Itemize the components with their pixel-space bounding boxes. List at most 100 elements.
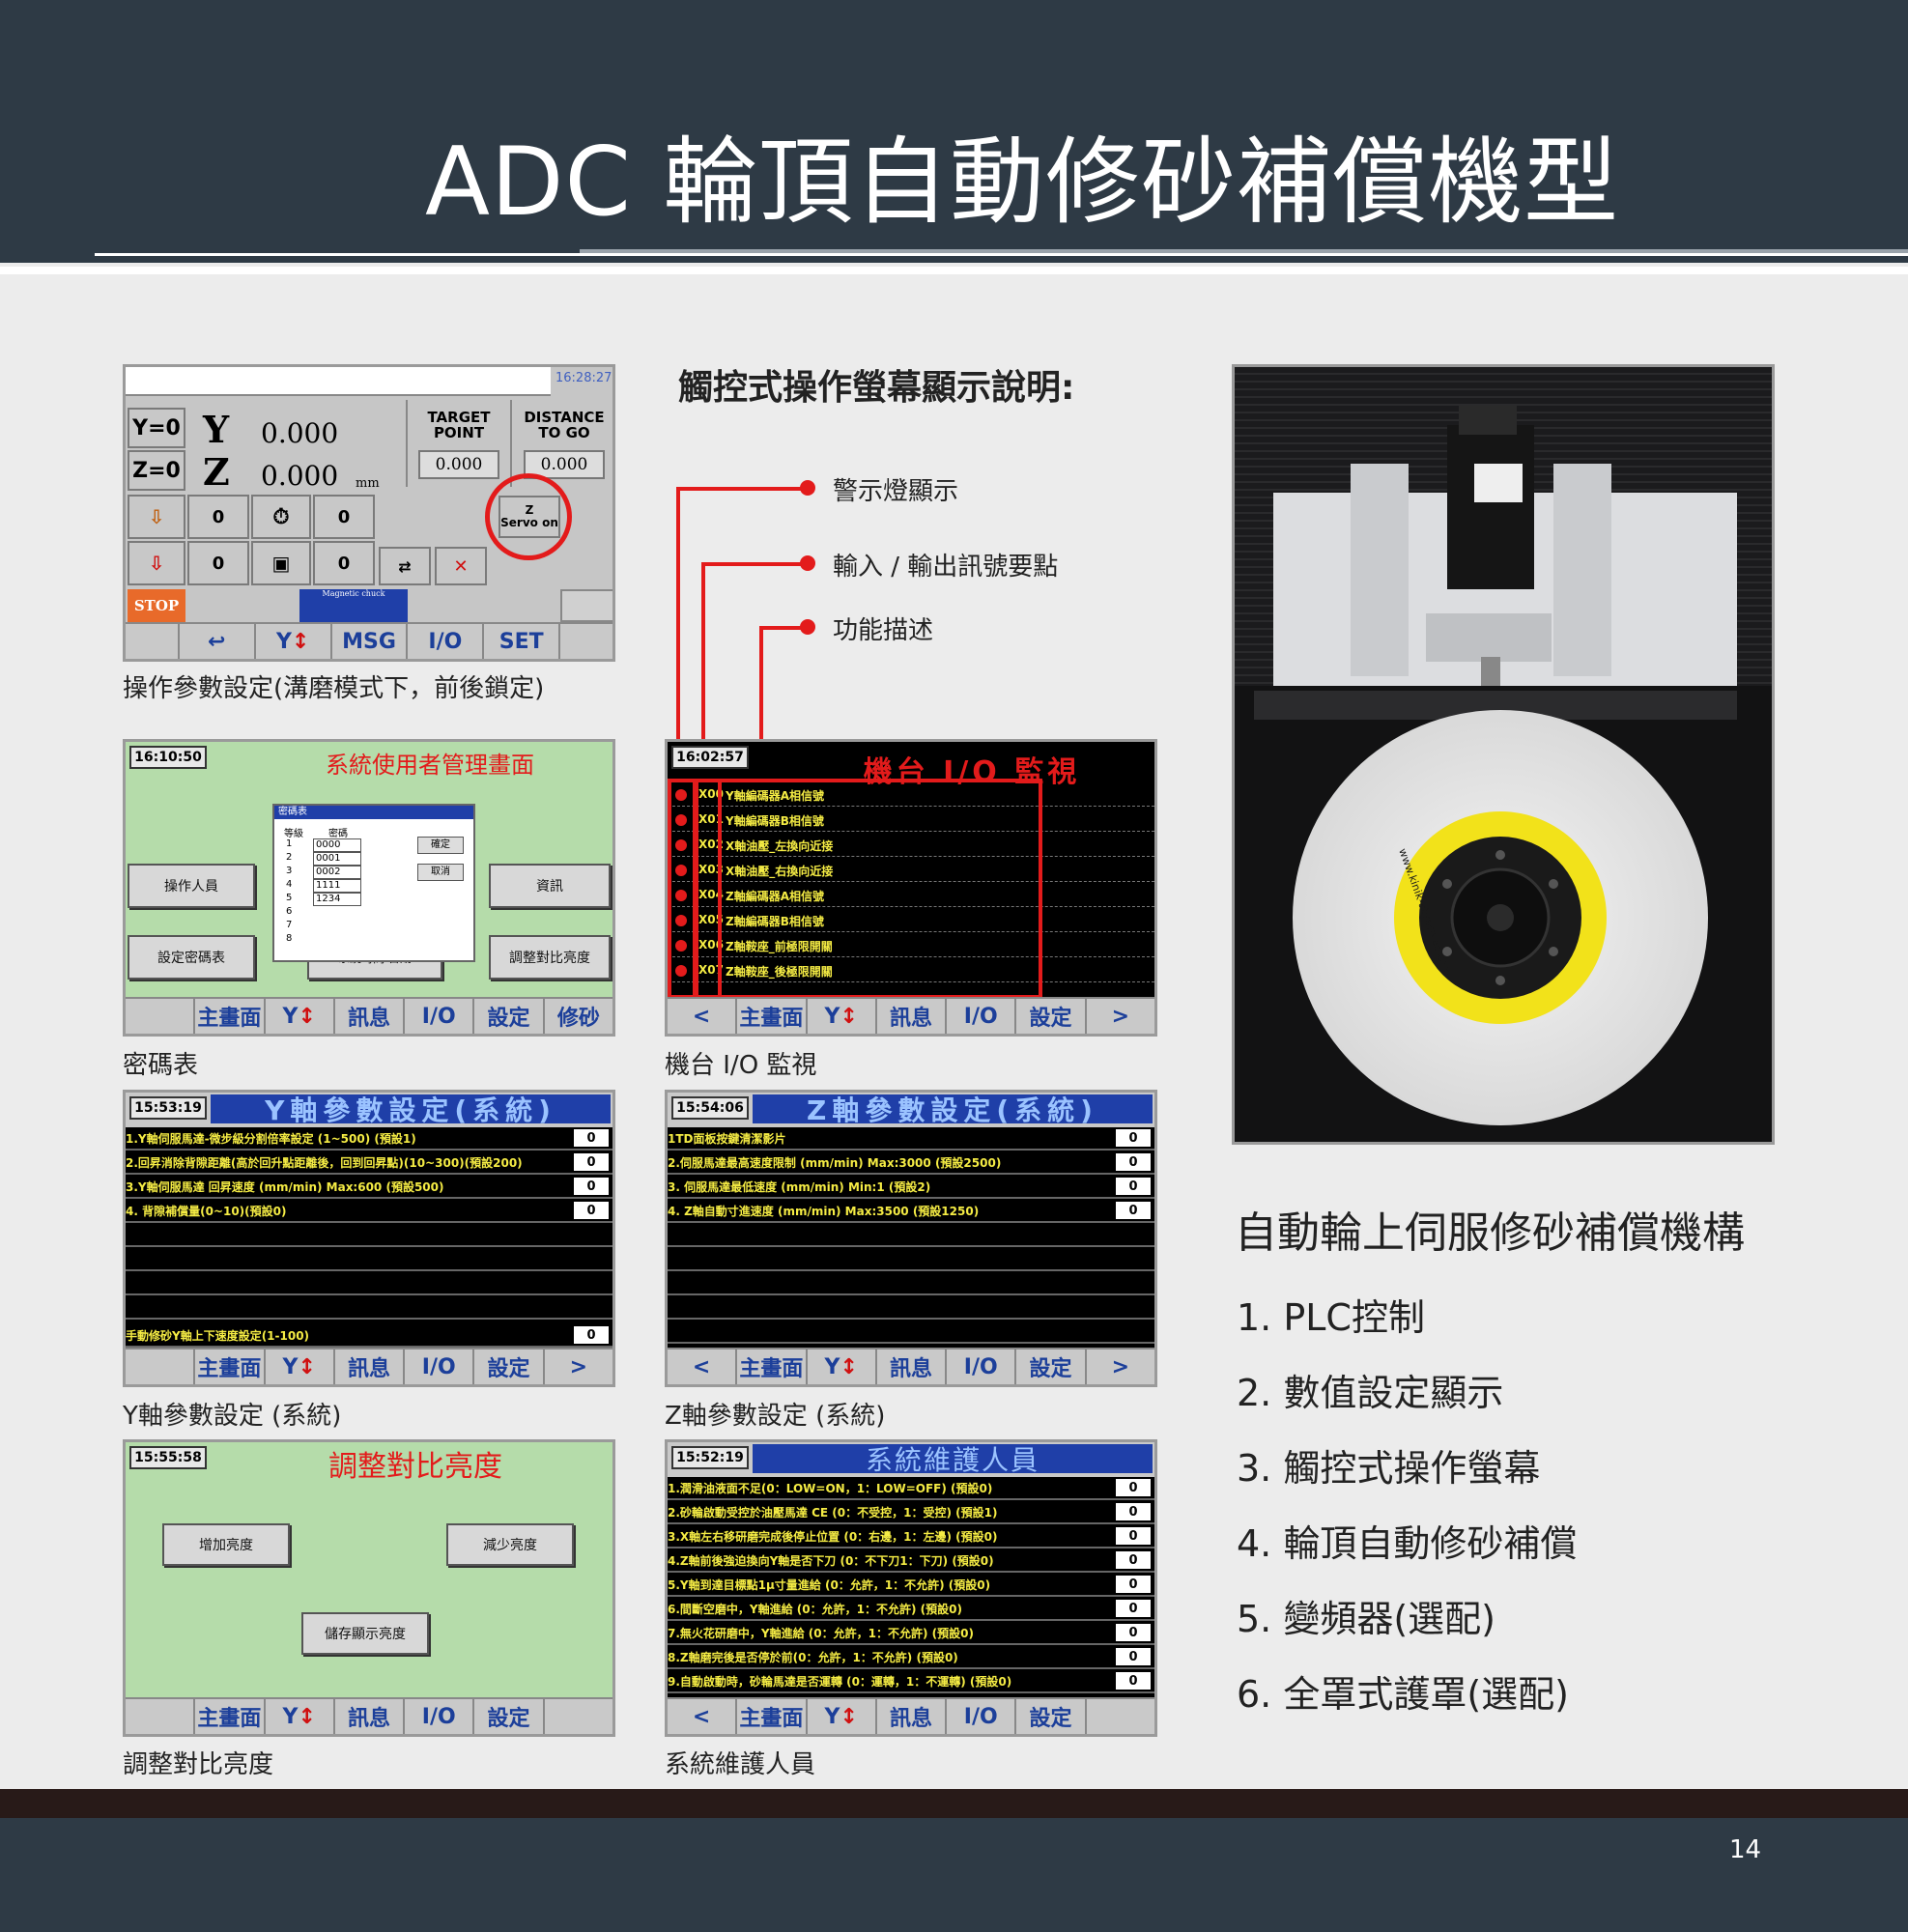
dialog-cancel-button[interactable]: 取消 xyxy=(417,864,464,881)
nav-y-axis[interactable]: Y ↕ xyxy=(808,999,877,1034)
empty-row xyxy=(668,1321,1154,1344)
micron-value-1: 0 xyxy=(187,495,249,539)
target-box: TARGET POINT 0.000 xyxy=(406,400,510,487)
row-value[interactable]: 0 xyxy=(1116,1129,1151,1147)
row-value[interactable]: 0 xyxy=(574,1129,609,1147)
nav-main[interactable]: 主畫面 xyxy=(195,1350,266,1384)
row-value[interactable]: 0 xyxy=(574,1153,609,1171)
nav-settings[interactable]: 設定 xyxy=(474,1699,545,1734)
nav-main[interactable]: 主畫面 xyxy=(195,999,266,1034)
nav-main[interactable]: 主畫面 xyxy=(195,1699,266,1734)
nav-back[interactable]: ↩ xyxy=(180,624,256,659)
monitor-timer-icon[interactable]: ▣ xyxy=(251,541,311,585)
nav-prev[interactable]: < xyxy=(668,1350,738,1384)
nav-y-axis[interactable]: Y ↕ xyxy=(266,1350,335,1384)
nav-y-axis[interactable]: Y ↕ xyxy=(808,1699,877,1734)
nav-message[interactable]: 訊息 xyxy=(335,1350,406,1384)
contrast-button[interactable]: 調整對比亮度 xyxy=(489,935,611,980)
y-zero-button[interactable]: Y=0 xyxy=(128,408,185,448)
timer-icon[interactable]: ⏱ xyxy=(251,495,311,539)
dialog-row-level: 2 xyxy=(286,852,293,863)
row-value[interactable]: 0 xyxy=(1116,1672,1151,1690)
row-value[interactable]: 0 xyxy=(1116,1153,1151,1171)
dialog-row-password[interactable]: 1111 xyxy=(313,879,361,893)
grind-down-icon[interactable]: ⇩ xyxy=(128,495,185,539)
operator-button[interactable]: 操作人員 xyxy=(128,864,255,908)
row-value[interactable]: 0 xyxy=(1116,1479,1151,1496)
increase-brightness-button[interactable]: 增加亮度 xyxy=(162,1523,290,1566)
caption-screen5: Z軸參數設定 (系統) xyxy=(665,1402,886,1431)
nav-main[interactable]: 主畫面 xyxy=(737,1699,808,1734)
blank-button[interactable] xyxy=(560,589,612,622)
decrease-brightness-button[interactable]: 減少亮度 xyxy=(446,1523,574,1566)
row-value[interactable]: 0 xyxy=(1116,1551,1151,1569)
nav-prev[interactable]: < xyxy=(668,1699,738,1734)
nav-next[interactable]: > xyxy=(1087,999,1154,1034)
features-heading: 自動輪上伺服修砂補償機構 xyxy=(1235,1208,1745,1258)
nav-prev[interactable]: < xyxy=(668,999,738,1034)
nav-message[interactable]: 訊息 xyxy=(335,1699,406,1734)
feature-item: 3. 觸控式操作螢幕 xyxy=(1237,1447,1541,1490)
row-value[interactable]: 0 xyxy=(1116,1503,1151,1520)
feed-mode-icon[interactable]: ⇄ xyxy=(379,547,431,585)
spark-out-icon[interactable]: ⇩ xyxy=(128,541,185,585)
nav-io[interactable]: I/O xyxy=(408,624,485,659)
nav-io[interactable]: I/O xyxy=(405,1699,475,1734)
nav-io[interactable]: I/O xyxy=(405,999,475,1034)
nav-io[interactable]: I/O xyxy=(947,1699,1017,1734)
nav-settings[interactable]: 設定 xyxy=(1016,999,1087,1034)
dialog-row-password[interactable]: 0002 xyxy=(313,866,361,879)
status-strip xyxy=(126,367,551,396)
caption-screen6: 調整對比亮度 xyxy=(123,1750,274,1779)
nav-next[interactable]: > xyxy=(545,1350,612,1384)
feature-item: 4. 輪頂自動修砂補償 xyxy=(1237,1522,1578,1565)
row-value[interactable]: 0 xyxy=(574,1326,609,1344)
dressing-unit-illustration: www.kinik-abrasives.com xyxy=(1235,367,1772,1142)
nav-message[interactable]: 訊息 xyxy=(877,1699,948,1734)
row-value[interactable]: 0 xyxy=(1116,1624,1151,1641)
nav-next[interactable]: > xyxy=(1087,1350,1154,1384)
save-brightness-button[interactable]: 儲存顯示亮度 xyxy=(301,1612,429,1655)
nav-settings[interactable]: 設定 xyxy=(474,1350,545,1384)
nav-settings[interactable]: 設定 xyxy=(1016,1350,1087,1384)
nav-io[interactable]: I/O xyxy=(405,1350,475,1384)
magnetic-chuck-panel[interactable]: Magnetic chuck xyxy=(299,589,408,622)
row-value[interactable]: 0 xyxy=(1116,1648,1151,1665)
row-value[interactable]: 0 xyxy=(1116,1202,1151,1219)
z-zero-button[interactable]: Z=0 xyxy=(128,450,185,491)
nav-io[interactable]: I/O xyxy=(947,1350,1017,1384)
nav-io[interactable]: I/O xyxy=(947,999,1017,1034)
servo-on-button[interactable]: Z Servo on xyxy=(498,496,560,538)
nav-message[interactable]: 訊息 xyxy=(877,1350,948,1384)
nav-message[interactable]: 訊息 xyxy=(335,999,406,1034)
nav-msg[interactable]: MSG xyxy=(332,624,409,659)
page-number: 14 xyxy=(1729,1835,1762,1864)
row-value[interactable]: 0 xyxy=(574,1202,609,1219)
nav-y-axis[interactable]: Y ↕ xyxy=(808,1350,877,1384)
nav-settings[interactable]: 設定 xyxy=(1016,1699,1087,1734)
nav-main[interactable]: 主畫面 xyxy=(737,999,808,1034)
row-value[interactable]: 0 xyxy=(1116,1576,1151,1593)
nav-settings[interactable]: 設定 xyxy=(474,999,545,1034)
set-password-button[interactable]: 設定密碼表 xyxy=(128,935,255,980)
dialog-row-password[interactable]: 1234 xyxy=(313,893,361,906)
header-divider xyxy=(0,267,1908,274)
nav-dressing[interactable]: 修砂 xyxy=(545,999,612,1034)
row-value[interactable]: 0 xyxy=(1116,1527,1151,1545)
nav-set[interactable]: SET xyxy=(484,624,561,659)
dressing-icon[interactable]: ✕ xyxy=(435,547,487,585)
nav-y-axis[interactable]: Y ↕ xyxy=(256,624,332,659)
row-value[interactable]: 0 xyxy=(1116,1178,1151,1195)
dialog-row-password[interactable]: 0001 xyxy=(313,852,361,866)
row-value[interactable]: 0 xyxy=(1116,1600,1151,1617)
param-row: 7.無火花研磨中，Y軸進給 (0：允許，1：不允許) (預設0) 0 xyxy=(668,1622,1154,1645)
info-button[interactable]: 資訊 xyxy=(489,864,611,908)
dialog-row-password[interactable]: 0000 xyxy=(313,838,361,852)
nav-main[interactable]: 主畫面 xyxy=(737,1350,808,1384)
nav-y-axis[interactable]: Y ↕ xyxy=(266,1699,335,1734)
row-value[interactable]: 0 xyxy=(574,1178,609,1195)
dialog-ok-button[interactable]: 確定 xyxy=(417,837,464,854)
nav-y-axis[interactable]: Y ↕ xyxy=(266,999,335,1034)
nav-message[interactable]: 訊息 xyxy=(877,999,948,1034)
stop-button[interactable]: STOP xyxy=(128,589,185,622)
